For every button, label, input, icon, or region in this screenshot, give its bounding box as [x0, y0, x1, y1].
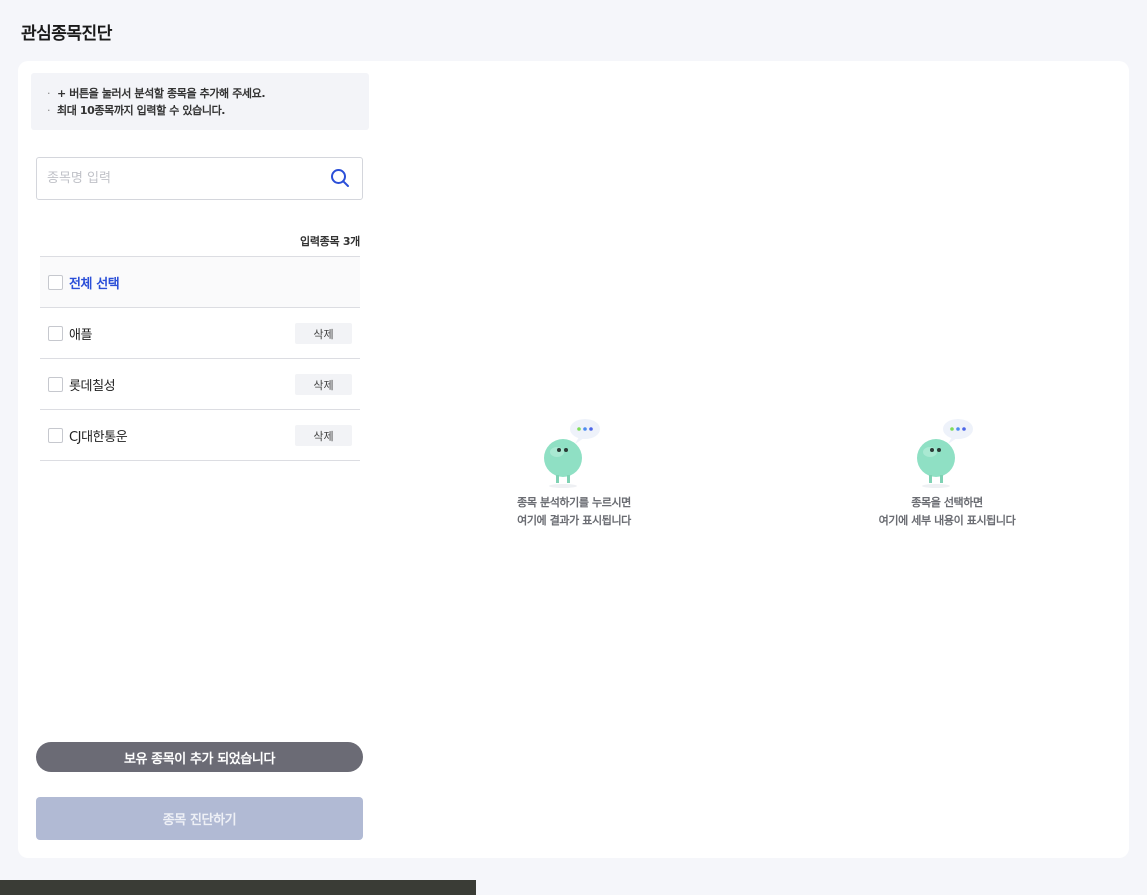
- bullet-icon: ·: [47, 104, 51, 117]
- search-box: [36, 157, 363, 200]
- notice-line: · 최대 10종목까지 입력할 수 있습니다.: [47, 102, 369, 119]
- select-all-checkbox[interactable]: [48, 274, 63, 290]
- item-count: 입력종목 3개: [300, 235, 360, 248]
- detail-empty-line2: 여기에 세부 내용이 표시됩니다: [878, 514, 1016, 527]
- delete-button[interactable]: 삭제: [295, 374, 352, 395]
- main-card: · + 버튼을 눌러서 분석할 종목을 추가해 주세요. · 최대 10종목까지…: [18, 61, 1129, 858]
- list-item[interactable]: 롯데칠성 삭제: [40, 359, 360, 410]
- delete-button[interactable]: 삭제: [295, 323, 352, 344]
- detail-empty-line1: 종목을 선택하면: [911, 496, 983, 509]
- results-empty-line2: 여기에 결과가 표시됩니다: [517, 514, 631, 527]
- item-checkbox[interactable]: [48, 376, 63, 392]
- detail-empty-state: 종목을 선택하면 여기에 세부 내용이 표시됩니다: [847, 416, 1047, 530]
- stock-list: 전체 선택 애플 삭제 롯데칠성 삭제 CJ대한통운 삭제: [40, 256, 360, 461]
- notice-box: · + 버튼을 눌러서 분석할 종목을 추가해 주세요. · 최대 10종목까지…: [31, 73, 369, 130]
- notice-line: · + 버튼을 눌러서 분석할 종목을 추가해 주세요.: [47, 85, 369, 102]
- mascot-illustration: [539, 416, 609, 488]
- mascot-illustration: [912, 416, 982, 488]
- item-name: 애플: [69, 327, 93, 343]
- delete-button[interactable]: 삭제: [295, 425, 352, 446]
- notice-text: 최대 10종목까지 입력할 수 있습니다.: [57, 104, 226, 117]
- notice-text: + 버튼을 눌러서 분석할 종목을 추가해 주세요.: [57, 87, 266, 100]
- item-name: CJ대한통운: [69, 429, 128, 445]
- search-input[interactable]: [47, 158, 317, 199]
- page-title: 관심종목진단: [21, 24, 112, 44]
- bullet-icon: ·: [47, 87, 51, 100]
- select-all-label[interactable]: 전체 선택: [69, 273, 120, 292]
- item-checkbox[interactable]: [48, 427, 63, 443]
- item-checkbox[interactable]: [48, 325, 63, 341]
- search-icon[interactable]: [330, 168, 350, 188]
- os-taskbar: [0, 880, 476, 895]
- select-all-row[interactable]: 전체 선택: [40, 257, 360, 308]
- results-empty-line1: 종목 분석하기를 누르시면: [517, 496, 631, 509]
- diagnose-button[interactable]: 종목 진단하기: [36, 797, 363, 840]
- item-name: 롯데칠성: [69, 378, 116, 394]
- added-toast: 보유 종목이 추가 되었습니다: [36, 742, 363, 772]
- results-empty-state: 종목 분석하기를 누르시면 여기에 결과가 표시됩니다: [474, 416, 674, 530]
- list-item[interactable]: CJ대한통운 삭제: [40, 410, 360, 461]
- list-item[interactable]: 애플 삭제: [40, 308, 360, 359]
